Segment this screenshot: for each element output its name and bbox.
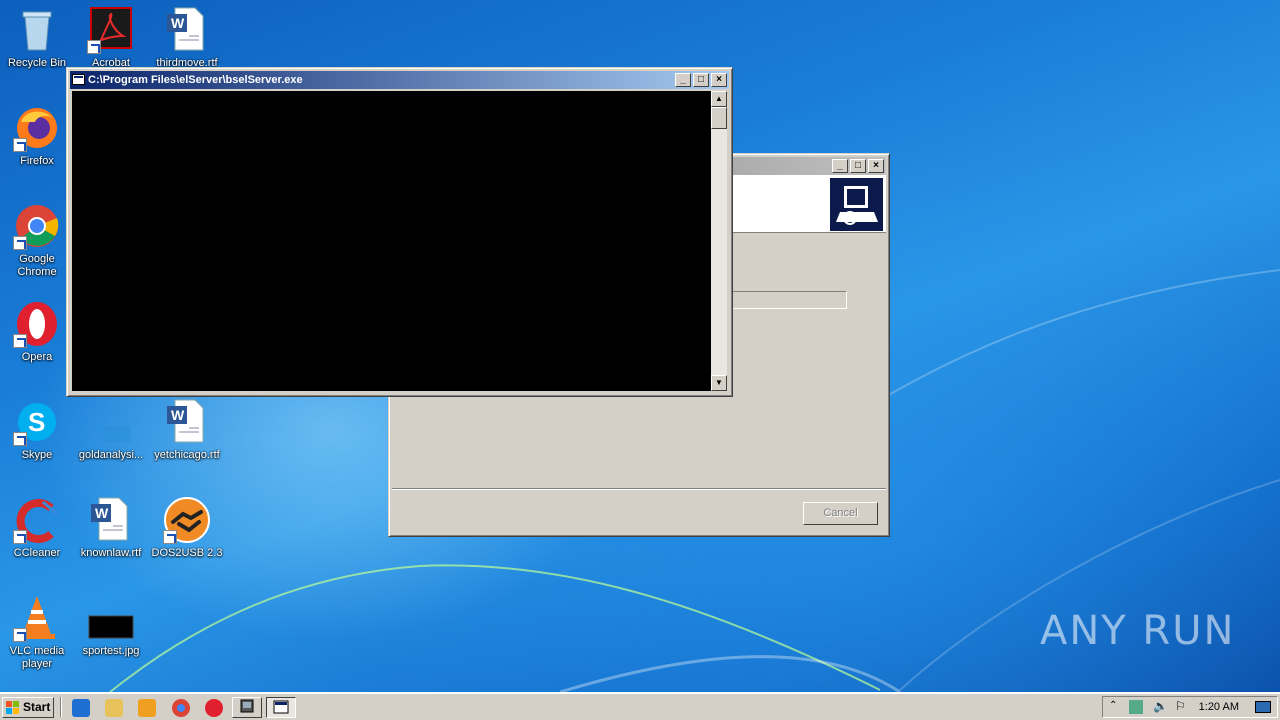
desktop-icon-label: sportest.jpg: [82, 645, 140, 657]
internet-explorer-icon[interactable]: [72, 699, 90, 717]
action-center-flag-icon[interactable]: ⚐: [1175, 699, 1186, 713]
close-button[interactable]: ×: [868, 159, 884, 173]
desktop-icon-label: goldanalysi...: [78, 449, 144, 461]
show-desktop-icon[interactable]: [1255, 701, 1271, 713]
handshake-icon: [163, 496, 211, 544]
desktop-icon-ccleaner[interactable]: CCleaner: [0, 496, 74, 560]
close-button[interactable]: ×: [711, 73, 727, 87]
word-document-icon: W: [163, 6, 211, 54]
svg-text:W: W: [171, 15, 185, 31]
firefox-icon: [13, 104, 61, 152]
windows-flag-icon: [6, 701, 19, 714]
desktop-icon-recycle-bin[interactable]: Recycle Bin: [0, 6, 74, 70]
desktop-icon-label: knownlaw.rtf: [80, 547, 142, 559]
desktop-icon-label: Recycle Bin: [7, 57, 67, 69]
desktop-icon-label: CCleaner: [13, 547, 61, 559]
installer-computer-icon: [830, 178, 883, 231]
shortcut-arrow-icon: [13, 236, 27, 250]
desktop-icon-label: Opera: [21, 351, 53, 363]
vlc-cone-icon: [13, 594, 61, 642]
console-window-title: C:\Program Files\elServer\bselServer.exe: [88, 74, 303, 86]
opera-icon[interactable]: [205, 699, 223, 717]
desktop-icon-dos2usb[interactable]: DOS2USB 2.3: [150, 496, 224, 560]
shortcut-arrow-icon: [13, 432, 27, 446]
volume-icon[interactable]: 🔈: [1153, 699, 1168, 713]
word-document-icon: W: [163, 398, 211, 446]
shortcut-arrow-icon: [13, 138, 27, 152]
recycle-bin-icon: [13, 6, 61, 54]
desktop-icon-sportest[interactable]: sportest.jpg: [74, 594, 148, 658]
maximize-button[interactable]: □: [850, 159, 866, 173]
desktop-icon-skype[interactable]: S Skype: [0, 398, 74, 462]
network-icon[interactable]: [1129, 700, 1143, 714]
minimize-button[interactable]: _: [832, 159, 848, 173]
installer-taskbar-icon: [240, 699, 254, 713]
shortcut-arrow-icon: [13, 530, 27, 544]
desktop-icon-acrobat[interactable]: Acrobat: [74, 6, 148, 70]
console-titlebar[interactable]: C:\Program Files\elServer\bselServer.exe…: [70, 71, 729, 89]
acrobat-icon: [87, 6, 135, 54]
desktop-icon-label: Firefox: [20, 155, 54, 167]
svg-text:S: S: [28, 407, 45, 437]
desktop-icon-vlc[interactable]: VLC media player: [0, 594, 74, 671]
taskbar-separator: [60, 697, 62, 717]
desktop-icon-yetchicago[interactable]: W yetchicago.rtf: [150, 398, 224, 462]
minimize-button[interactable]: _: [675, 73, 691, 87]
file-explorer-icon[interactable]: [105, 699, 123, 717]
start-label: Start: [23, 700, 51, 714]
taskbar-console-button[interactable]: [266, 697, 296, 718]
divider: [392, 488, 886, 490]
desktop-icon-label: Google Chrome: [17, 253, 57, 278]
desktop-icon-label: yetchicago.rtf: [154, 449, 220, 461]
skype-icon: S: [13, 398, 61, 446]
desktop-icon-knownlaw[interactable]: W knownlaw.rtf: [74, 496, 148, 560]
desktop-icon-label: DOS2USB 2.3: [151, 547, 223, 559]
console-output-area[interactable]: [72, 91, 711, 391]
desktop-icon-opera[interactable]: Opera: [0, 300, 74, 364]
console-window: C:\Program Files\elServer\bselServer.exe…: [66, 67, 733, 397]
maximize-button[interactable]: □: [693, 73, 709, 87]
svg-text:W: W: [95, 505, 109, 521]
taskbar: Start ⌃ 🔈 ⚐ 1:20 AM: [0, 692, 1280, 720]
chrome-icon[interactable]: [172, 699, 190, 717]
clock[interactable]: 1:20 AM: [1199, 701, 1239, 713]
shortcut-arrow-icon: [13, 334, 27, 348]
cancel-button[interactable]: Cancel: [803, 502, 878, 525]
start-button[interactable]: Start: [2, 697, 54, 718]
desktop-icon-label: Skype: [21, 449, 53, 461]
scroll-up-button[interactable]: ▲: [711, 91, 727, 107]
desktop-icon-chrome[interactable]: Google Chrome: [0, 202, 74, 279]
desktop-icon-goldanalysis[interactable]: goldanalysi...: [74, 398, 148, 462]
desktop: Recycle Bin Acrobat W thirdmove.rtf Fire…: [0, 0, 1280, 692]
console-scrollbar[interactable]: ▲ ▼: [711, 91, 727, 391]
show-hidden-icons-icon[interactable]: ⌃: [1109, 700, 1117, 711]
ccleaner-icon: [13, 496, 61, 544]
image-file-icon: [87, 594, 135, 642]
shortcut-arrow-icon: [163, 530, 177, 544]
word-document-icon: W: [87, 496, 135, 544]
taskbar-installer-button[interactable]: [232, 697, 262, 718]
console-app-icon: [72, 74, 85, 85]
desktop-icon-thirdmove[interactable]: W thirdmove.rtf: [150, 6, 224, 70]
scroll-thumb[interactable]: [711, 107, 727, 129]
chrome-icon: [13, 202, 61, 250]
shortcut-arrow-icon: [87, 40, 101, 54]
system-tray: ⌃ 🔈 ⚐ 1:20 AM: [1102, 696, 1278, 718]
opera-icon: [13, 300, 61, 348]
scroll-down-button[interactable]: ▼: [711, 375, 727, 391]
shortcut-arrow-icon: [13, 628, 27, 642]
console-taskbar-icon: [273, 700, 289, 714]
desktop-icon-label: VLC media player: [9, 645, 65, 670]
anyrun-watermark: ANY RUN: [1040, 608, 1236, 654]
desktop-icon-firefox[interactable]: Firefox: [0, 104, 74, 168]
file-icon: [87, 398, 135, 446]
media-player-icon[interactable]: [138, 699, 156, 717]
svg-text:W: W: [171, 407, 185, 423]
